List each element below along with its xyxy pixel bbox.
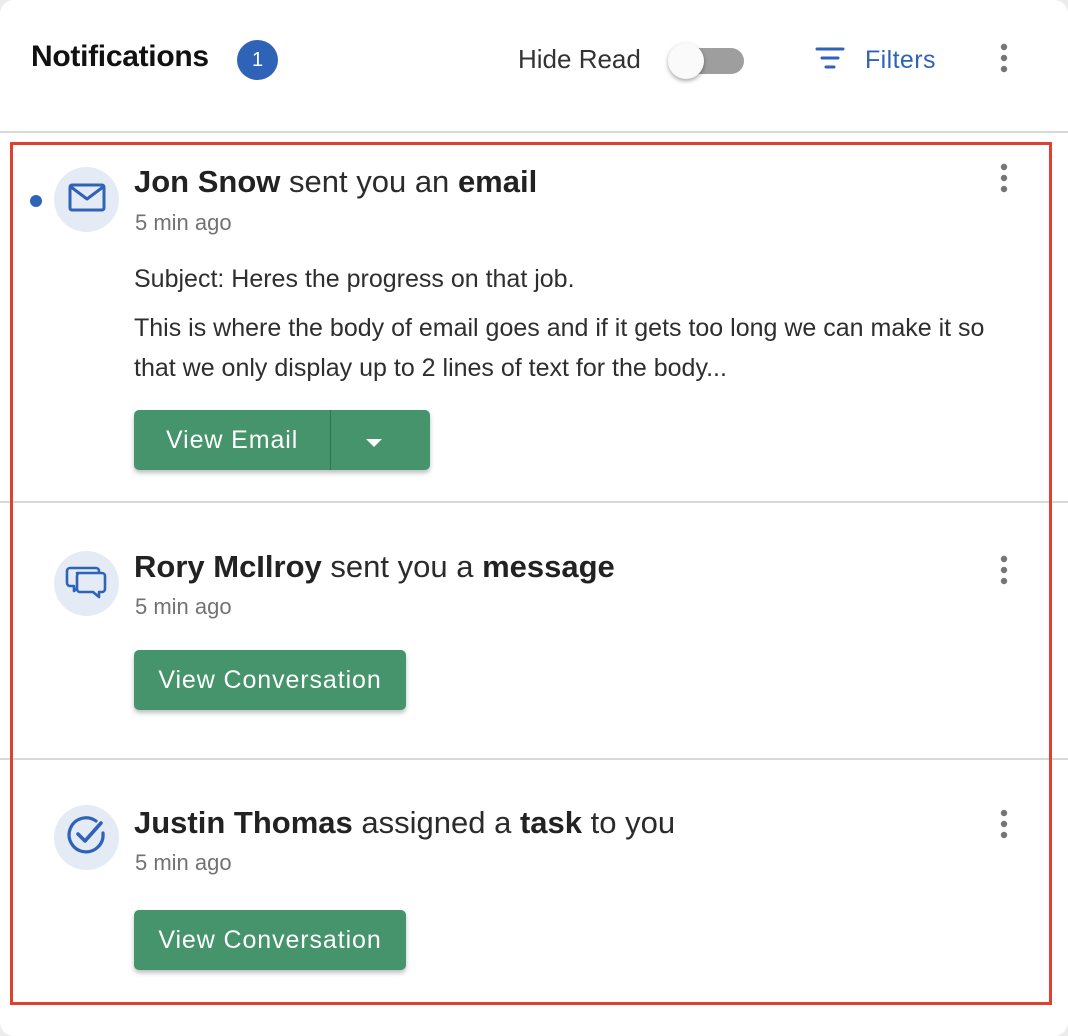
view-conversation-button[interactable]: View Conversation xyxy=(134,910,406,970)
unread-indicator xyxy=(30,195,42,207)
hide-read-label: Hide Read xyxy=(518,44,641,74)
more-vertical-icon xyxy=(1000,43,1008,78)
task-check-icon xyxy=(65,813,109,862)
notification-timestamp: 5 min ago xyxy=(135,594,232,619)
notification-headline: Justin Thomas assigned a task to you xyxy=(134,805,675,841)
notification-item-task: Justin Thomas assigned a task to you 5 m… xyxy=(0,760,1068,1005)
notification-headline: Jon Snow sent you an email xyxy=(134,164,537,200)
more-vertical-icon xyxy=(1000,163,1008,198)
page-title: Notifications xyxy=(31,40,209,73)
notification-item-message: Rory McIlroy sent you a message 5 min ag… xyxy=(0,503,1068,758)
hide-read-toggle[interactable] xyxy=(668,43,746,79)
mail-icon xyxy=(67,177,107,222)
notifications-panel: Notifications 1 Hide Read Filters Jon Sn… xyxy=(0,0,1068,1036)
filters-button[interactable]: Filters xyxy=(812,40,936,80)
notification-object: task xyxy=(519,805,583,840)
chat-bubbles-icon xyxy=(65,559,109,608)
notification-more-options-button[interactable] xyxy=(989,552,1019,592)
toggle-thumb xyxy=(668,43,704,79)
notification-more-options-button[interactable] xyxy=(989,806,1019,846)
notification-action: assigned a xyxy=(361,805,512,840)
notification-avatar xyxy=(54,805,119,870)
notification-object: email xyxy=(457,164,538,199)
email-subject: Subject: Heres the progress on that job. xyxy=(134,265,575,293)
notification-more-options-button[interactable] xyxy=(989,160,1019,200)
notification-action: sent you an xyxy=(289,164,450,199)
more-vertical-icon xyxy=(1000,555,1008,590)
caret-down-icon xyxy=(365,426,383,455)
email-body-preview: This is where the body of email goes and… xyxy=(134,314,985,382)
view-email-button[interactable]: View Email xyxy=(134,410,330,470)
view-email-dropdown-button[interactable] xyxy=(330,410,416,470)
notification-action: sent you a xyxy=(330,549,474,584)
notification-actor: Jon Snow xyxy=(134,164,281,199)
notification-actor: Justin Thomas xyxy=(134,805,353,840)
unread-count-badge: 1 xyxy=(237,40,278,80)
notification-suffix: to you xyxy=(590,805,676,840)
notifications-header: Notifications 1 Hide Read Filters xyxy=(0,0,1068,133)
panel-more-options-button[interactable] xyxy=(989,40,1019,80)
notification-item-email: Jon Snow sent you an email 5 min ago Sub… xyxy=(0,140,1068,502)
filter-icon xyxy=(812,40,848,81)
notification-timestamp: 5 min ago xyxy=(135,850,232,875)
notification-timestamp: 5 min ago xyxy=(135,210,232,235)
notification-actor: Rory McIlroy xyxy=(134,549,322,584)
view-email-split-button: View Email xyxy=(134,410,430,470)
view-conversation-button[interactable]: View Conversation xyxy=(134,650,406,710)
notification-avatar xyxy=(54,167,119,232)
more-vertical-icon xyxy=(1000,809,1008,844)
notification-avatar xyxy=(54,551,119,616)
notification-object: message xyxy=(482,549,615,584)
notification-headline: Rory McIlroy sent you a message xyxy=(134,549,615,585)
filters-label: Filters xyxy=(865,45,936,74)
